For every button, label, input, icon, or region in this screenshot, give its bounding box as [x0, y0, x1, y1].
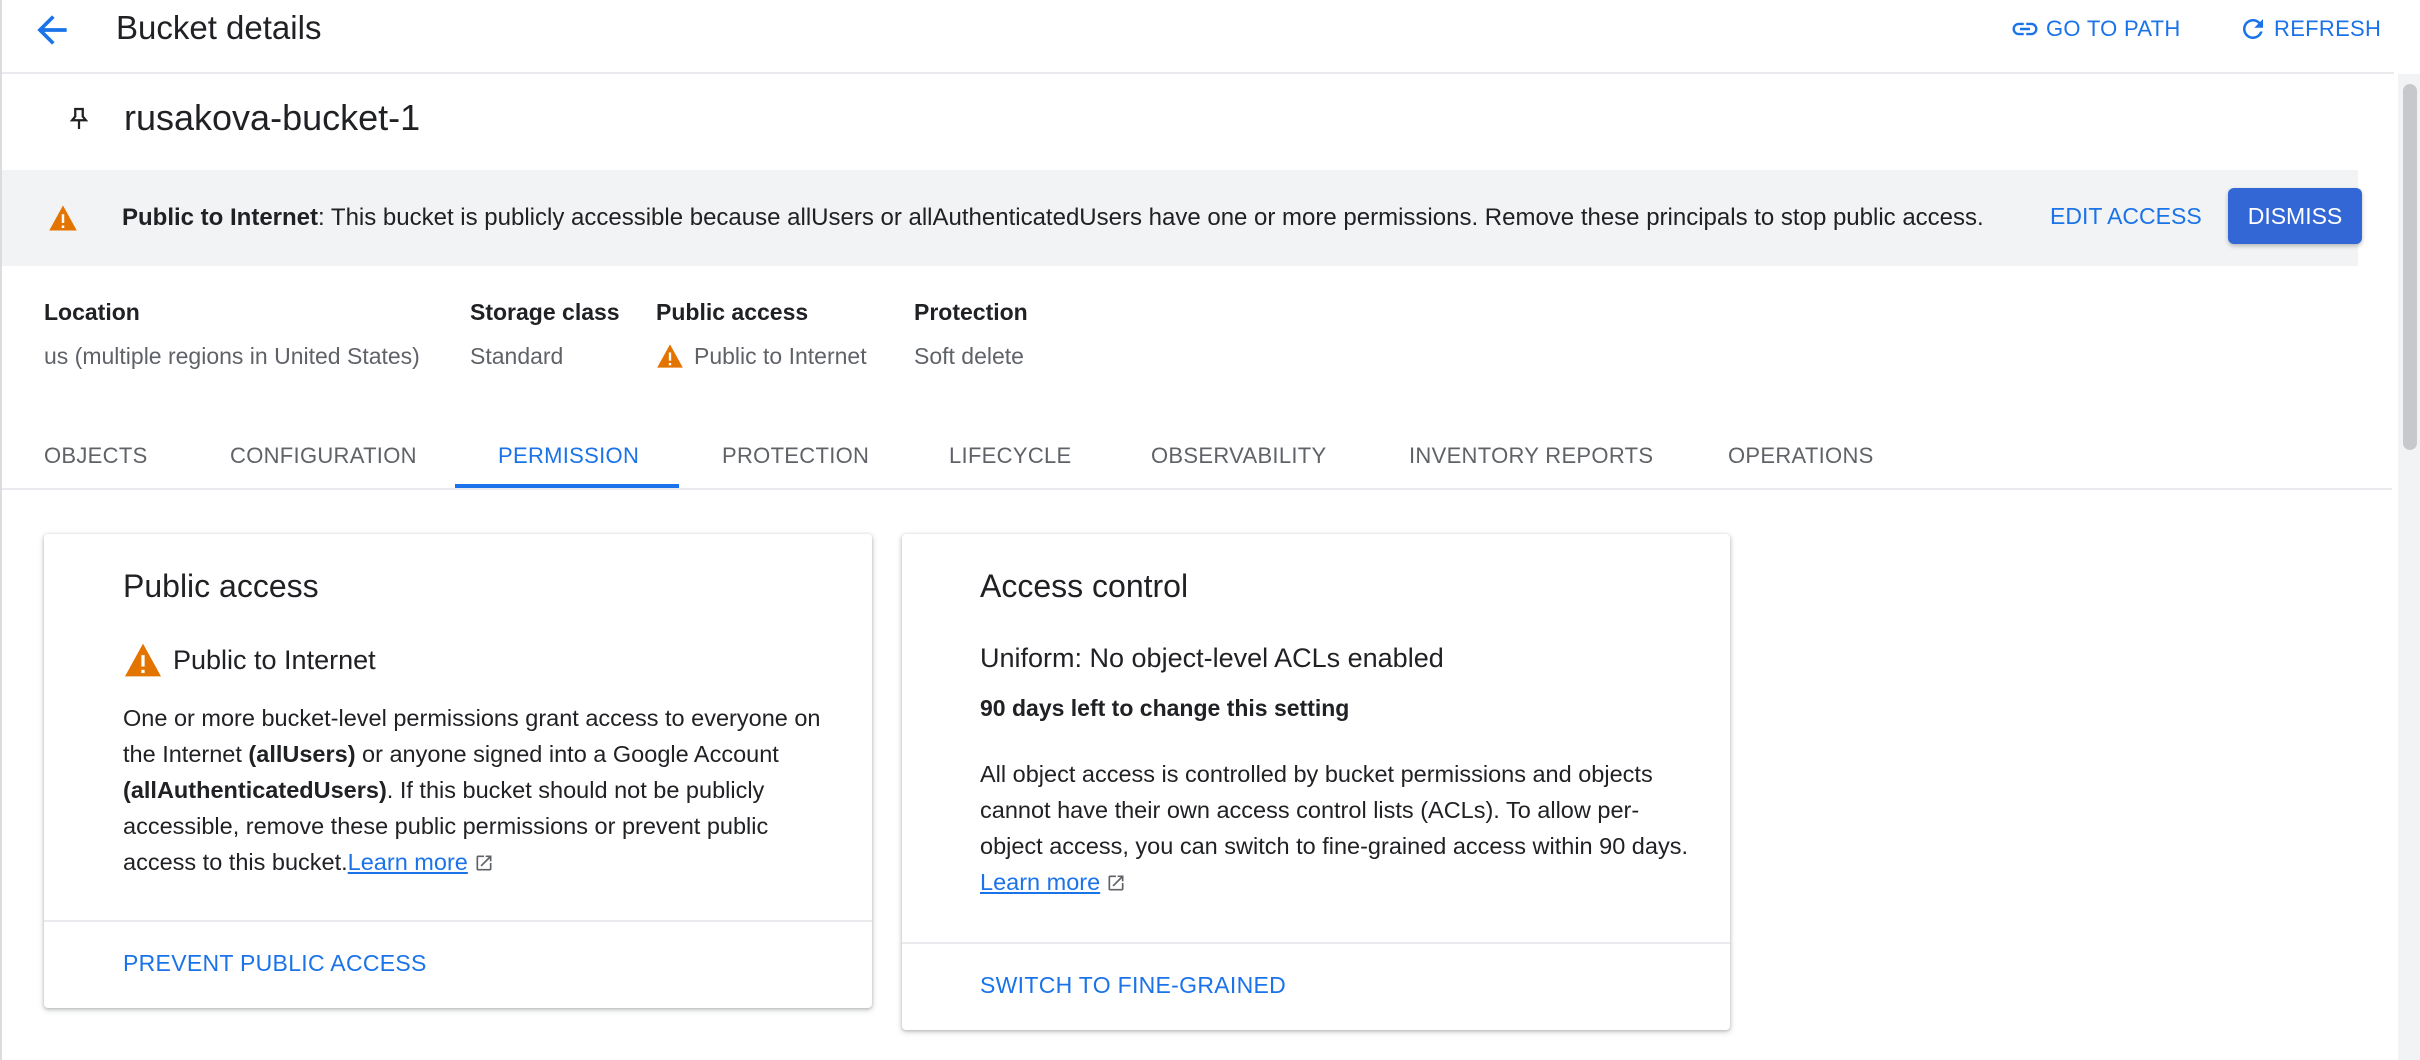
all-users-term: (allUsers)	[248, 741, 356, 767]
tab-protection[interactable]: PROTECTION	[722, 440, 869, 472]
page-title: Bucket details	[116, 9, 322, 46]
tab-objects[interactable]: OBJECTS	[44, 440, 148, 472]
refresh-button[interactable]: REFRESH	[2238, 12, 2381, 46]
public-access-card: Public access Public to Internet One or …	[44, 534, 872, 1008]
card-title: Access control	[980, 568, 1189, 604]
protection-value: Soft delete	[914, 343, 1024, 369]
location-value: us (multiple regions in United States)	[44, 343, 420, 369]
refresh-label: REFRESH	[2274, 16, 2382, 41]
access-control-mode: Uniform: No object-level ACLs enabled	[980, 643, 1444, 673]
go-to-path-button[interactable]: GO TO PATH	[2010, 12, 2181, 46]
tab-operations[interactable]: OPERATIONS	[1728, 440, 1874, 472]
warning-icon	[48, 204, 78, 232]
public-access-description: One or more bucket-level permissions gra…	[123, 700, 823, 880]
edit-access-button[interactable]: EDIT ACCESS	[2050, 200, 2202, 232]
tab-inventory-reports[interactable]: INVENTORY REPORTS	[1409, 440, 1653, 472]
tab-permission[interactable]: PERMISSION	[498, 440, 639, 472]
learn-more-link[interactable]: Learn more	[348, 849, 468, 875]
days-left-notice: 90 days left to change this setting	[980, 695, 1350, 721]
prevent-public-access-button[interactable]: PREVENT PUBLIC ACCESS	[123, 950, 427, 977]
link-icon	[2012, 22, 2038, 36]
header-divider	[2, 72, 2394, 74]
card-divider	[44, 920, 872, 922]
public-access-value: Public to Internet	[656, 340, 867, 372]
public-access-status: Public to Internet	[694, 343, 867, 369]
switch-to-fine-grained-button[interactable]: SWITCH TO FINE-GRAINED	[980, 972, 1286, 999]
open-in-new-icon	[476, 855, 492, 871]
open-in-new-icon	[1108, 875, 1124, 891]
dismiss-button[interactable]: DISMISS	[2228, 188, 2362, 244]
description-text: All object access is controlled by bucke…	[980, 761, 1688, 859]
card-divider	[902, 942, 1730, 944]
refresh-icon	[2243, 19, 2263, 39]
description-text: or anyone signed into a Google Account	[355, 741, 779, 767]
page-left-border	[0, 0, 2, 1060]
location-label: Location	[44, 299, 140, 325]
tab-divider	[2, 488, 2392, 490]
public-status-label: Public to Internet	[173, 644, 376, 675]
protection-label: Protection	[914, 299, 1028, 325]
bucket-name: rusakova-bucket-1	[124, 97, 421, 138]
banner-title: Public to Internet	[122, 204, 319, 231]
warning-icon	[657, 344, 683, 368]
arrow-back-icon	[37, 15, 67, 45]
learn-more-link[interactable]: Learn more	[980, 869, 1100, 895]
back-button[interactable]	[30, 8, 74, 52]
scrollbar-thumb[interactable]	[2403, 84, 2417, 450]
access-control-card: Access control Uniform: No object-level …	[902, 534, 1730, 1030]
banner-body: : This bucket is publicly accessible bec…	[318, 204, 1984, 231]
pin-icon[interactable]	[64, 104, 94, 134]
banner-message: Public to Internet: This bucket is publi…	[122, 202, 1984, 234]
public-access-label: Public access	[656, 299, 809, 325]
warning-icon	[125, 643, 161, 677]
go-to-path-label: GO TO PATH	[2046, 16, 2181, 41]
tab-observability[interactable]: OBSERVABILITY	[1151, 440, 1327, 472]
card-title: Public access	[123, 568, 319, 604]
storage-class-label: Storage class	[470, 299, 620, 325]
all-authenticated-users-term: (allAuthenticatedUsers)	[123, 777, 387, 803]
tab-configuration[interactable]: CONFIGURATION	[230, 440, 417, 472]
public-status: Public to Internet	[123, 642, 376, 678]
tab-lifecycle[interactable]: LIFECYCLE	[949, 440, 1072, 472]
access-control-description: All object access is controlled by bucke…	[980, 756, 1690, 900]
storage-class-value: Standard	[470, 343, 564, 369]
